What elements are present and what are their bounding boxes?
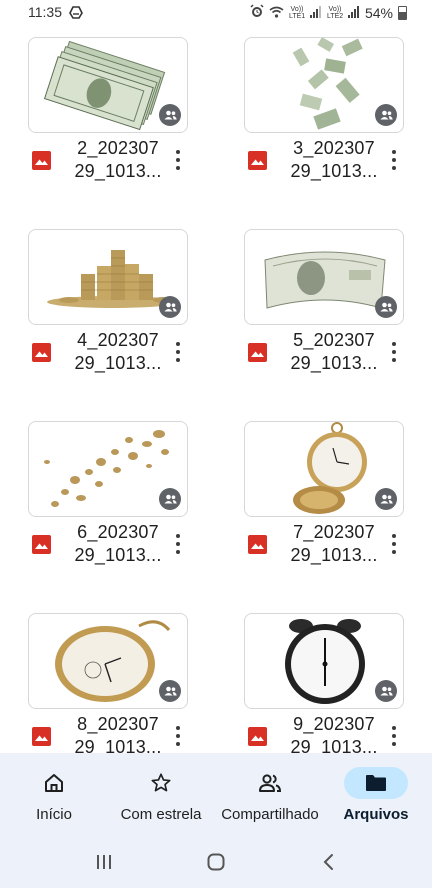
shared-badge [375, 488, 397, 510]
file-thumbnail[interactable] [244, 421, 404, 517]
file-card[interactable]: 2_202307 29_1013... [28, 37, 188, 187]
file-card[interactable]: 4_202307 29_1013... [28, 229, 188, 379]
system-navigation-bar [0, 837, 432, 888]
file-name-line2: 29_1013... [290, 545, 378, 565]
file-name-line1: 3_202307 [293, 138, 375, 158]
people-icon [164, 686, 177, 696]
people-icon [380, 110, 393, 120]
home-icon [22, 767, 86, 799]
image-file-icon [32, 535, 51, 554]
nav-files[interactable]: Arquivos [343, 753, 409, 837]
battery-percent: 54% [364, 4, 393, 21]
more-options-icon[interactable] [174, 534, 182, 554]
shared-badge [375, 296, 397, 318]
star-icon [129, 767, 193, 799]
file-thumbnail[interactable] [244, 613, 404, 709]
nav-home[interactable]: Início [22, 753, 86, 837]
people-icon [164, 110, 177, 120]
file-name[interactable]: 3_202307 29_1013... [278, 137, 390, 183]
more-options-icon[interactable] [390, 726, 398, 746]
bottom-navigation: Início Com estrela Compartilhado Arquivo… [0, 753, 432, 837]
image-file-icon [32, 343, 51, 362]
people-icon [380, 302, 393, 312]
file-name[interactable]: 5_202307 29_1013... [278, 329, 390, 375]
people-icon [380, 494, 393, 504]
file-name-line1: 2_202307 [77, 138, 159, 158]
file-thumbnail[interactable] [244, 37, 404, 133]
image-file-icon [248, 343, 267, 362]
more-options-icon[interactable] [390, 342, 398, 362]
nav-shared[interactable]: Compartilhado [221, 753, 319, 837]
more-options-icon[interactable] [390, 534, 398, 554]
file-name[interactable]: 7_202307 29_1013... [278, 521, 390, 567]
file-name-line1: 5_202307 [293, 330, 375, 350]
nav-files-label: Arquivos [343, 806, 409, 823]
file-name-line2: 29_1013... [290, 353, 378, 373]
file-card[interactable]: 3_202307 29_1013... [244, 37, 404, 187]
file-name[interactable]: 4_202307 29_1013... [62, 329, 174, 375]
sim2-label: Vo)) LTE2 [326, 5, 344, 20]
file-name-line1: 4_202307 [77, 330, 159, 350]
nav-starred[interactable]: Com estrela [121, 753, 201, 837]
nav-home-label: Início [36, 806, 72, 823]
file-card[interactable]: 6_202307 29_1013... [28, 421, 188, 571]
folder-icon [344, 767, 408, 799]
status-time: 11:35 [28, 4, 62, 20]
file-name-line2: 29_1013... [74, 545, 162, 565]
image-file-icon [32, 727, 51, 746]
more-options-icon[interactable] [174, 726, 182, 746]
back-icon [323, 854, 333, 870]
file-thumbnail[interactable] [28, 613, 188, 709]
shared-badge [159, 296, 181, 318]
file-card[interactable]: 5_202307 29_1013... [244, 229, 404, 379]
file-name-line2: 29_1013... [74, 161, 162, 181]
signal-icon-2 [347, 5, 360, 21]
image-file-icon [248, 535, 267, 554]
file-name-line1: 7_202307 [293, 522, 375, 542]
shared-badge [159, 104, 181, 126]
recent-apps-icon [97, 855, 111, 869]
file-thumbnail[interactable] [244, 229, 404, 325]
nav-shared-label: Compartilhado [221, 806, 319, 823]
shared-badge [159, 488, 181, 510]
alarm-icon [250, 4, 264, 21]
file-card[interactable]: 7_202307 29_1013... [244, 421, 404, 571]
file-name-line1: 8_202307 [77, 714, 159, 734]
home-circle-icon [207, 853, 225, 871]
people-icon [238, 767, 302, 799]
shared-badge [375, 104, 397, 126]
file-thumbnail[interactable] [28, 421, 188, 517]
file-name-line2: 29_1013... [74, 353, 162, 373]
shared-badge [159, 680, 181, 702]
battery-icon [398, 5, 407, 20]
sim1-label: Vo)) LTE1 [288, 5, 306, 20]
more-options-icon[interactable] [174, 150, 182, 170]
drive-icon [69, 6, 83, 24]
more-options-icon[interactable] [390, 150, 398, 170]
file-card[interactable]: 9_202307 29_1013... [244, 613, 404, 763]
signal-icon [309, 5, 322, 21]
file-name[interactable]: 6_202307 29_1013... [62, 521, 174, 567]
file-name-line2: 29_1013... [290, 161, 378, 181]
home-button[interactable] [207, 853, 225, 876]
people-icon [164, 302, 177, 312]
recent-apps-button[interactable] [95, 853, 113, 876]
image-file-icon [248, 727, 267, 746]
shared-badge [375, 680, 397, 702]
file-name-line1: 6_202307 [77, 522, 159, 542]
back-button[interactable] [320, 853, 338, 876]
people-icon [380, 686, 393, 696]
image-file-icon [248, 151, 267, 170]
more-options-icon[interactable] [174, 342, 182, 362]
image-file-icon [32, 151, 51, 170]
wifi-icon [269, 5, 284, 21]
file-name[interactable]: 2_202307 29_1013... [62, 137, 174, 183]
people-icon [164, 494, 177, 504]
status-bar: 11:35 Vo)) LTE1 Vo)) LTE2 54% [0, 0, 432, 26]
file-name-line1: 9_202307 [293, 714, 375, 734]
file-card[interactable]: 8_202307 29_1013... [28, 613, 188, 763]
file-thumbnail[interactable] [28, 229, 188, 325]
file-thumbnail[interactable] [28, 37, 188, 133]
